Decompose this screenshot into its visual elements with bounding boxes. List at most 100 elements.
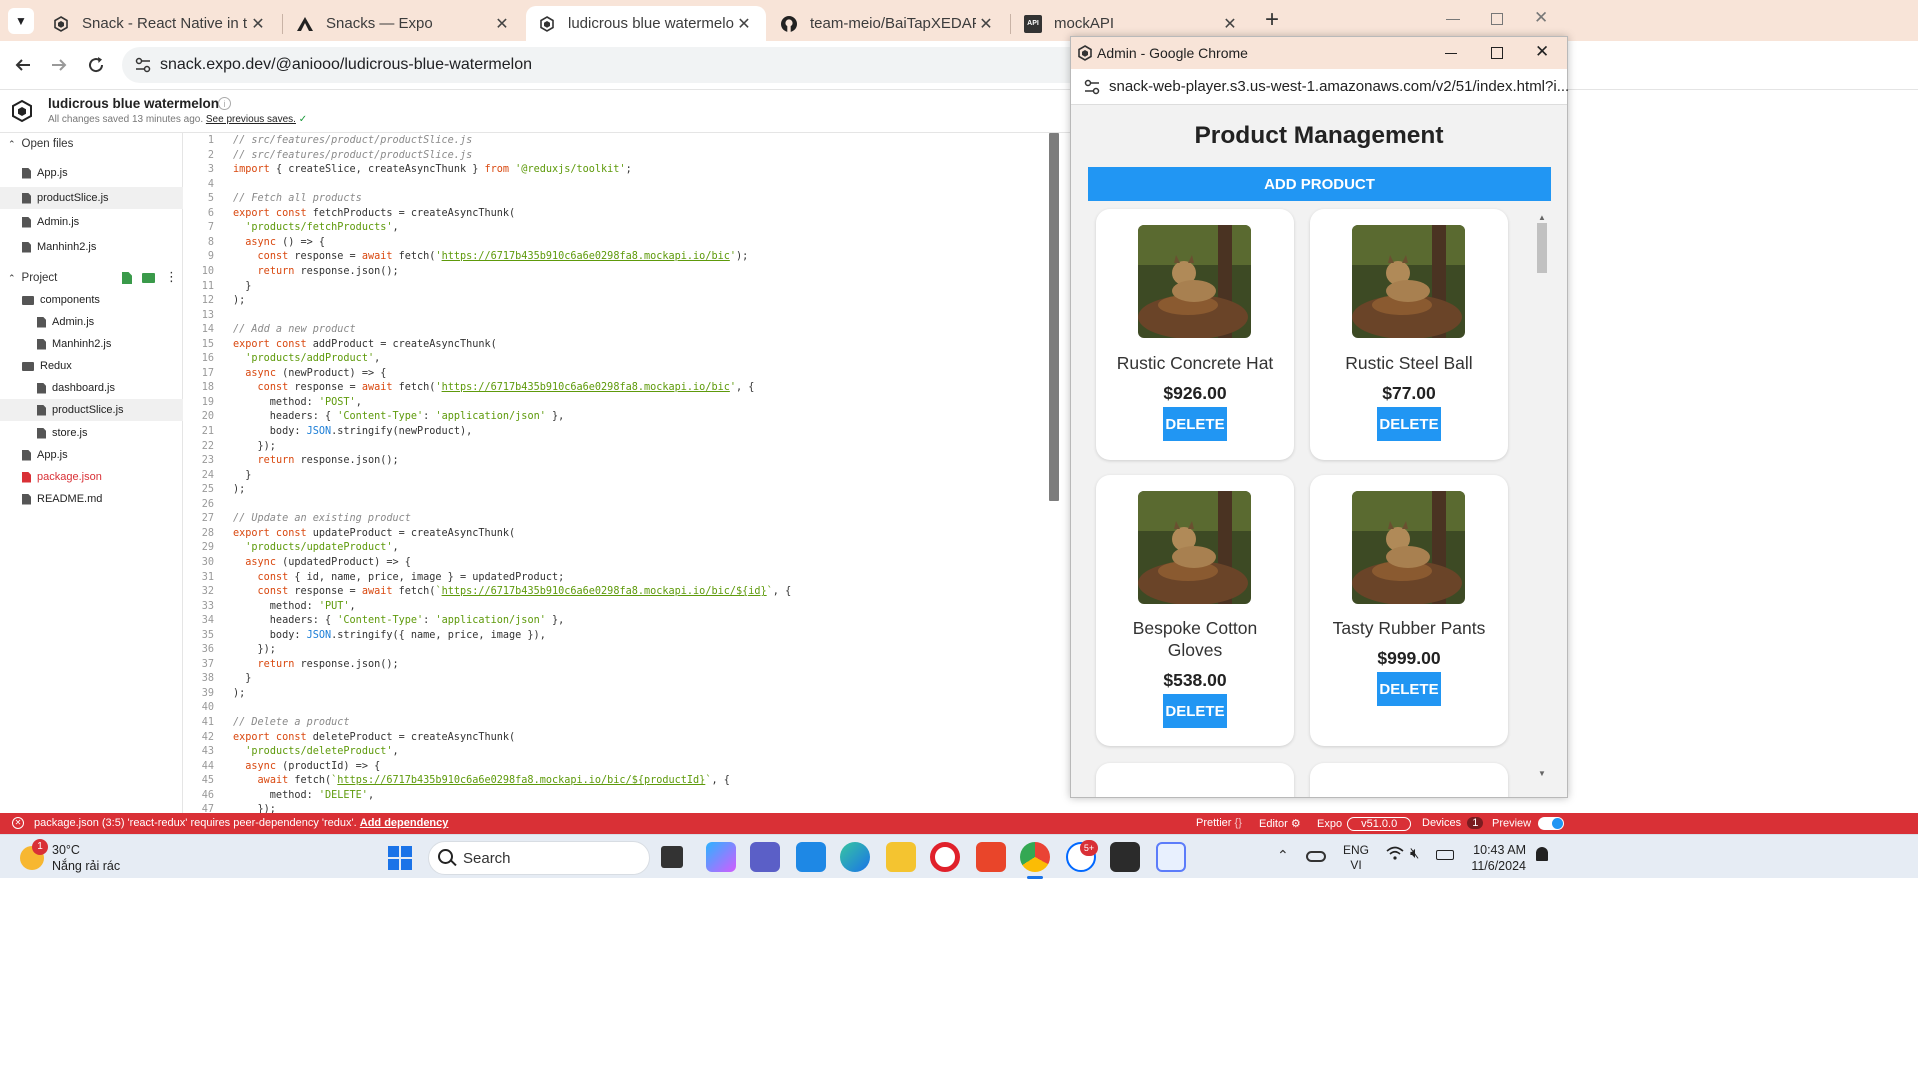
- code-line[interactable]: );: [233, 484, 245, 495]
- new-folder-icon[interactable]: [142, 273, 155, 283]
- wps-office-icon[interactable]: [976, 842, 1006, 872]
- scroll-down-icon[interactable]: ▼: [1538, 769, 1546, 778]
- vscode-icon[interactable]: [796, 842, 826, 872]
- preview-address-bar[interactable]: snack-web-player.s3.us-west-1.amazonaws.…: [1071, 69, 1569, 105]
- code-line[interactable]: );: [233, 688, 245, 699]
- taskbar-search[interactable]: Search: [428, 841, 650, 875]
- new-tab-button[interactable]: +: [1260, 6, 1284, 34]
- code-line[interactable]: method: 'PUT',: [233, 601, 356, 612]
- snipping-tool-icon[interactable]: [1156, 842, 1186, 872]
- toggle-switch[interactable]: [1538, 817, 1565, 830]
- see-previous-saves-link[interactable]: See previous saves.: [206, 114, 296, 125]
- task-view-icon[interactable]: [661, 846, 683, 868]
- code-line[interactable]: // src/features/product/productSlice.js: [233, 135, 472, 146]
- open-file-item[interactable]: App.js: [0, 162, 183, 184]
- open-files-header[interactable]: ⌃ Open files: [0, 133, 73, 155]
- prettier-toggle[interactable]: Prettier {}: [1196, 817, 1242, 829]
- code-line[interactable]: // Update an existing product: [233, 513, 411, 524]
- delete-button[interactable]: DELETE: [1163, 407, 1227, 441]
- browser-tab-2[interactable]: ludicrous blue watermelon - Snack ✕: [526, 6, 766, 41]
- code-line[interactable]: 'products/updateProduct',: [233, 542, 398, 553]
- open-file-item[interactable]: Manhinh2.js: [0, 236, 183, 258]
- project-name[interactable]: ludicrous blue watermelon: [48, 96, 219, 111]
- chevron-up-icon[interactable]: ⌃: [1277, 847, 1289, 864]
- editor-settings[interactable]: Editor ⚙: [1259, 817, 1301, 830]
- browser-tab-0[interactable]: Snack - React Native in the browser ✕: [40, 6, 280, 41]
- info-icon[interactable]: i: [218, 97, 231, 110]
- close-icon[interactable]: ✕: [1220, 14, 1240, 34]
- close-icon[interactable]: ✕: [976, 14, 996, 34]
- close-icon[interactable]: ✕: [492, 14, 512, 34]
- open-file-item[interactable]: Admin.js: [0, 211, 183, 233]
- tree-file[interactable]: productSlice.js: [0, 399, 183, 421]
- teams-icon[interactable]: [750, 842, 780, 872]
- code-line[interactable]: async (productId) => {: [233, 761, 380, 772]
- code-line[interactable]: // Fetch all products: [233, 193, 362, 204]
- browser-tab-3[interactable]: team-meio/BaiTapXEDAP ✕: [768, 6, 1008, 41]
- code-line[interactable]: // Add a new product: [233, 324, 356, 335]
- tree-file[interactable]: Manhinh2.js: [0, 333, 183, 355]
- code-line[interactable]: export const addProduct = createAsyncThu…: [233, 339, 497, 350]
- code-line[interactable]: 'products/fetchProducts',: [233, 222, 398, 233]
- code-line[interactable]: });: [233, 644, 276, 655]
- opera-icon[interactable]: [930, 842, 960, 872]
- code-line[interactable]: const response = await fetch('https://67…: [233, 382, 755, 393]
- volume-muted-icon[interactable]: 🔇︎: [1410, 845, 1419, 862]
- delete-button[interactable]: DELETE: [1377, 407, 1441, 441]
- terminal-icon[interactable]: [1110, 842, 1140, 872]
- add-dependency-link[interactable]: Add dependency: [360, 817, 449, 829]
- close-window-icon[interactable]: ✕: [1535, 42, 1549, 62]
- code-line[interactable]: }: [233, 470, 251, 481]
- code-line[interactable]: // Delete a product: [233, 717, 350, 728]
- code-line[interactable]: return response.json();: [233, 455, 399, 466]
- reload-button[interactable]: [82, 51, 110, 79]
- edge-icon[interactable]: [840, 842, 870, 872]
- battery-icon[interactable]: [1436, 850, 1454, 860]
- code-editor[interactable]: 1 // src/features/product/productSlice.js…: [184, 133, 1060, 813]
- code-line[interactable]: });: [233, 441, 276, 452]
- tree-file[interactable]: App.js: [0, 444, 183, 466]
- tree-file[interactable]: store.js: [0, 422, 183, 444]
- scroll-thumb[interactable]: [1537, 223, 1547, 273]
- tree-file[interactable]: Admin.js: [0, 311, 183, 333]
- code-line[interactable]: 'products/addProduct',: [233, 353, 380, 364]
- code-line[interactable]: 'products/deleteProduct',: [233, 746, 398, 757]
- code-line[interactable]: method: 'POST',: [233, 397, 362, 408]
- close-icon[interactable]: ✕: [248, 14, 268, 34]
- maximize-icon[interactable]: [1491, 13, 1503, 25]
- sdk-version-badge[interactable]: v51.0.0: [1347, 817, 1412, 831]
- code-line[interactable]: // src/features/product/productSlice.js: [233, 150, 472, 161]
- project-header[interactable]: ⌃ Project ⋮: [0, 267, 183, 289]
- tree-file[interactable]: dashboard.js: [0, 377, 183, 399]
- more-options-icon[interactable]: ⋮: [165, 269, 178, 285]
- tree-folder[interactable]: Redux: [0, 355, 183, 377]
- expo-sdk-selector[interactable]: Expo v51.0.0: [1317, 817, 1412, 831]
- code-line[interactable]: const { id, name, price, image } = updat…: [233, 572, 565, 583]
- editor-scrollbar[interactable]: [1049, 133, 1059, 501]
- code-line[interactable]: headers: { 'Content-Type': 'application/…: [233, 615, 564, 626]
- preview-scrollbar[interactable]: ▲ ▼: [1535, 213, 1549, 785]
- code-line[interactable]: body: JSON.stringify(newProduct),: [233, 426, 472, 437]
- site-info-icon[interactable]: [1083, 78, 1101, 101]
- tree-file[interactable]: README.md: [0, 488, 183, 510]
- code-line[interactable]: const response = await fetch('https://67…: [233, 251, 749, 262]
- file-explorer-icon[interactable]: [886, 842, 916, 872]
- maximize-icon[interactable]: [1491, 47, 1503, 59]
- delete-button[interactable]: DELETE: [1163, 694, 1227, 728]
- tab-search-button[interactable]: ▼: [8, 8, 34, 34]
- delete-button[interactable]: DELETE: [1377, 672, 1441, 706]
- code-line[interactable]: headers: { 'Content-Type': 'application/…: [233, 411, 564, 422]
- start-button[interactable]: [388, 846, 412, 870]
- code-line[interactable]: );: [233, 295, 245, 306]
- minimize-icon[interactable]: [1446, 19, 1460, 20]
- snack-logo-icon[interactable]: [10, 99, 34, 128]
- wifi-icon[interactable]: [1386, 846, 1404, 863]
- code-line[interactable]: method: 'DELETE',: [233, 790, 374, 801]
- new-file-icon[interactable]: [122, 272, 132, 284]
- code-line[interactable]: export const deleteProduct = createAsync…: [233, 732, 515, 743]
- code-line[interactable]: export const fetchProducts = createAsync…: [233, 208, 515, 219]
- preview-toggle[interactable]: Preview: [1492, 817, 1565, 830]
- code-line[interactable]: const response = await fetch(`https://67…: [233, 586, 792, 597]
- weather-widget[interactable]: 1 30°C Nắng rải rác: [18, 839, 178, 874]
- close-window-icon[interactable]: ✕: [1534, 8, 1548, 28]
